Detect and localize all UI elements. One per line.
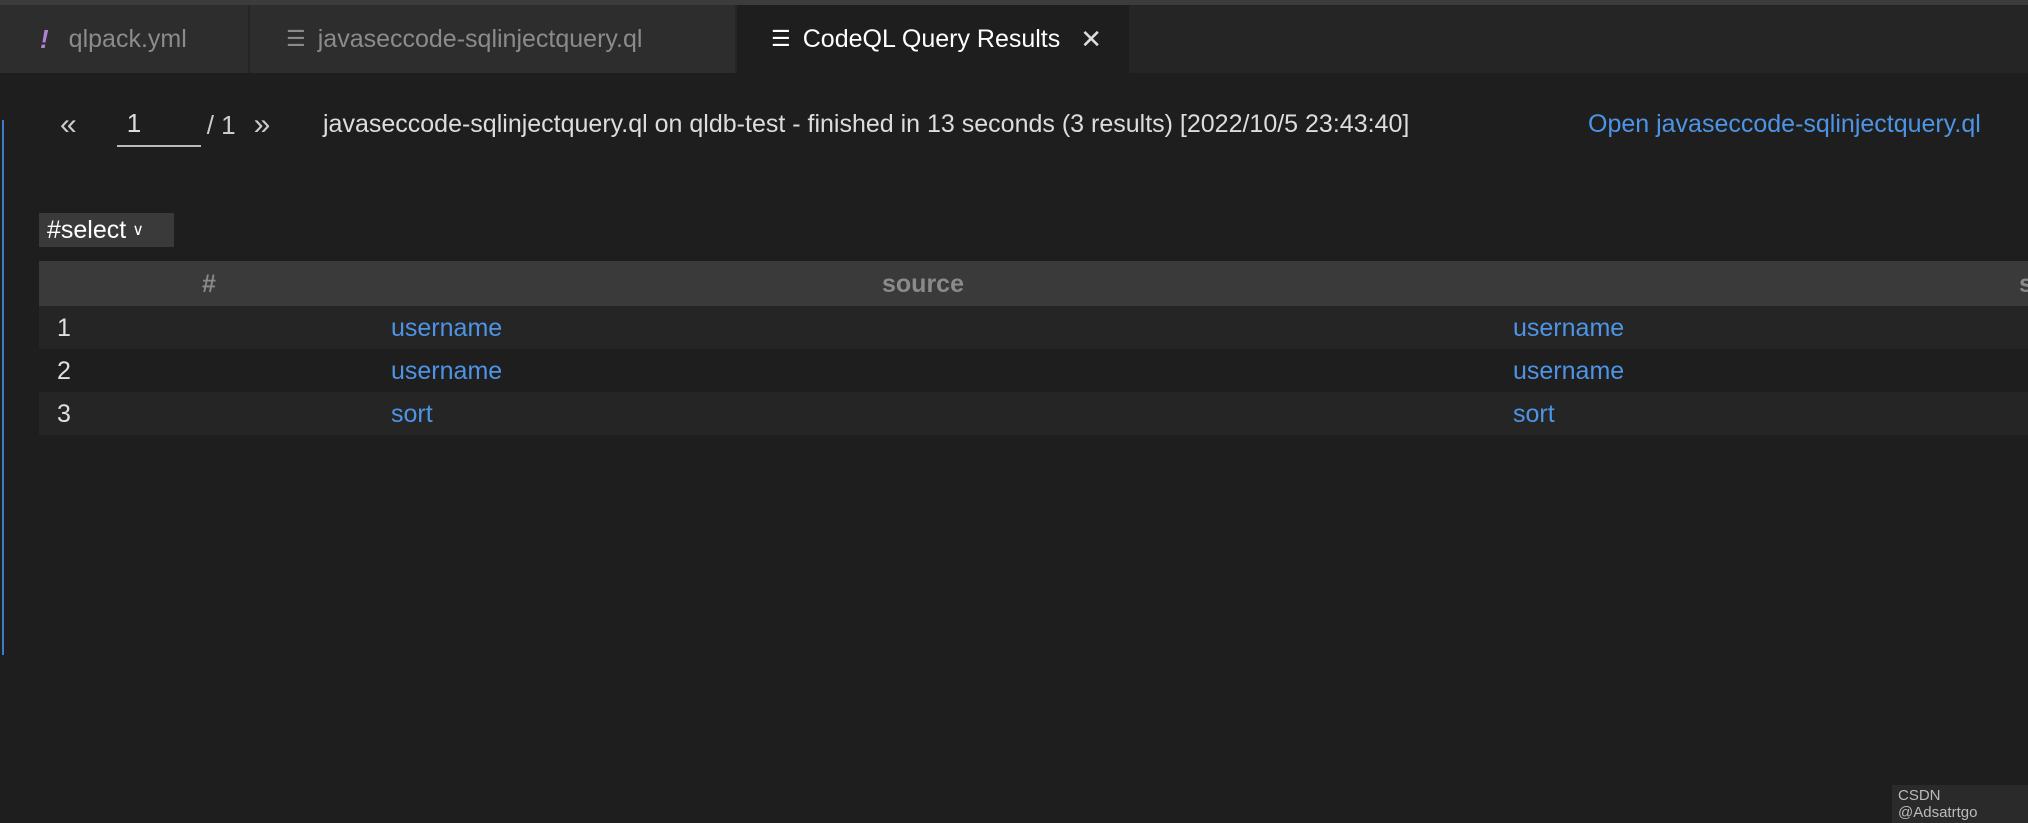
table-row: 3 sort sort xyxy=(39,392,2028,435)
focus-border xyxy=(2,120,4,655)
row-index: 3 xyxy=(57,400,71,428)
sink-link[interactable]: username xyxy=(1513,357,1624,386)
watermark: CSDN @Adsatrtgo xyxy=(1892,785,2028,823)
column-header-source[interactable]: source xyxy=(882,270,964,299)
prev-page-button[interactable]: « xyxy=(60,108,77,142)
source-link[interactable]: username xyxy=(391,357,502,386)
page-total: / 1 xyxy=(206,109,236,140)
result-set-value: #select xyxy=(47,216,127,244)
table-header: # source s xyxy=(39,261,2028,306)
results-table: # source s 1 username username 2 usernam… xyxy=(39,261,2028,435)
tab-label: qlpack.yml xyxy=(68,24,187,53)
tab-query-file[interactable]: ☰ javaseccode-sqlinjectquery.ql xyxy=(250,5,737,73)
query-status: javaseccode-sqlinjectquery.ql on qldb-te… xyxy=(323,110,1410,138)
next-page-button[interactable]: » xyxy=(254,108,271,142)
row-index: 1 xyxy=(57,314,71,342)
source-link[interactable]: sort xyxy=(391,400,433,429)
pagination: « 1 / 1 » xyxy=(60,100,270,150)
sink-link[interactable]: sort xyxy=(1513,400,1555,429)
table-row: 1 username username xyxy=(39,306,2028,349)
result-set-select[interactable]: #select ∨ xyxy=(39,213,174,247)
table-row: 2 username username xyxy=(39,349,2028,392)
column-header-sink[interactable]: s xyxy=(2019,270,2028,299)
page-input[interactable]: 1 xyxy=(116,103,201,147)
tab-label: CodeQL Query Results xyxy=(802,24,1061,53)
open-query-link[interactable]: Open javaseccode-sqlinjectquery.ql xyxy=(1588,110,1981,139)
row-index: 2 xyxy=(57,357,71,385)
close-icon[interactable]: ✕ xyxy=(1080,24,1102,55)
exclamation-icon: ! xyxy=(40,23,49,54)
sink-link[interactable]: username xyxy=(1513,314,1624,343)
tab-bar: ! qlpack.yml ☰ javaseccode-sqlinjectquer… xyxy=(0,5,2028,73)
column-header-index[interactable]: # xyxy=(202,270,216,299)
tab-qlpack[interactable]: ! qlpack.yml xyxy=(0,5,250,73)
lines-icon: ☰ xyxy=(286,26,306,51)
tab-query-results[interactable]: ☰ CodeQL Query Results ✕ xyxy=(737,5,1131,73)
lines-icon: ☰ xyxy=(771,26,791,51)
chevron-down-icon: ∨ xyxy=(132,222,144,240)
source-link[interactable]: username xyxy=(391,314,502,343)
tab-label: javaseccode-sqlinjectquery.ql xyxy=(317,24,643,53)
